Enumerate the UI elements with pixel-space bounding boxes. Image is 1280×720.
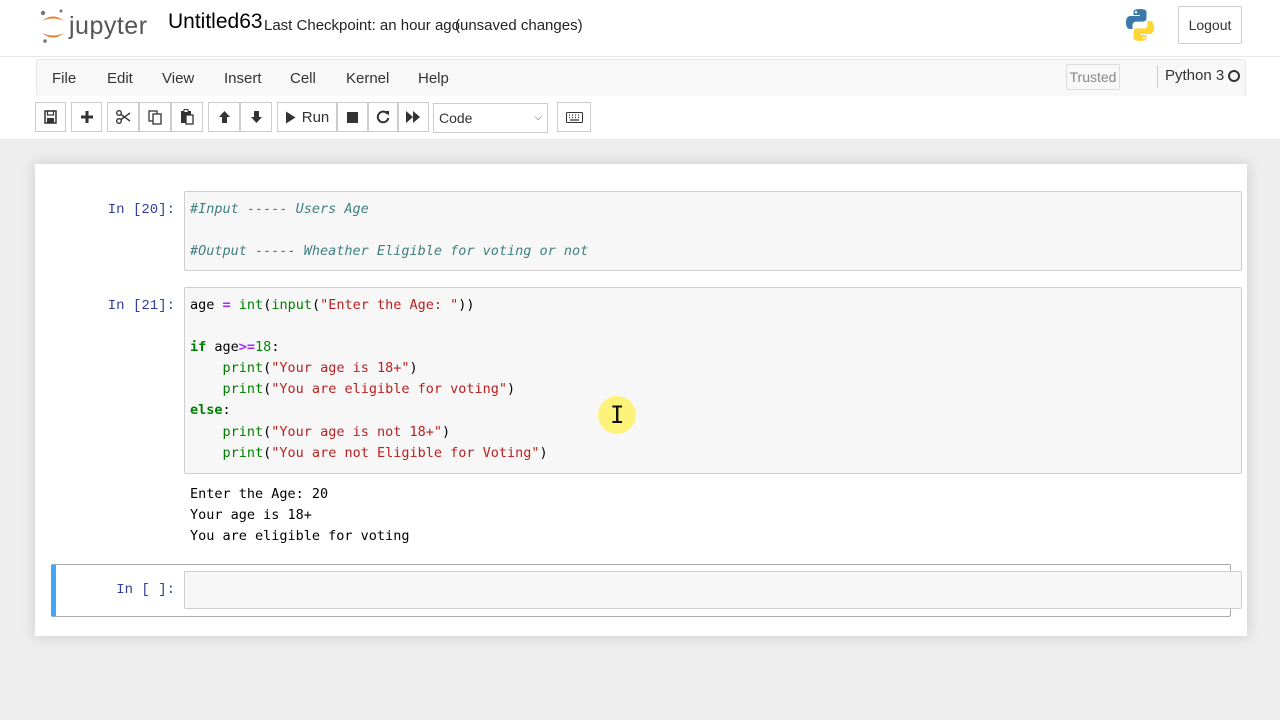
menu-edit[interactable]: Edit (107, 70, 133, 87)
copy-icon (148, 109, 162, 125)
code-line: print("Your age is not 18+") (222, 423, 451, 440)
restart-run-all-button[interactable] (398, 102, 429, 132)
save-button[interactable] (35, 102, 66, 132)
chevron-down-icon: ⌵ (534, 112, 542, 123)
trusted-indicator[interactable]: Trusted (1066, 64, 1120, 90)
notebook-container: In [20]: #Input ----- Users Age #Output … (35, 164, 1247, 636)
menu-help[interactable]: Help (418, 70, 449, 87)
menu-view[interactable]: View (162, 70, 194, 87)
interrupt-button[interactable] (337, 102, 368, 132)
kernel-idle-icon (1228, 70, 1240, 82)
cell-type-value: Code (439, 110, 473, 126)
move-up-button[interactable] (208, 102, 240, 132)
menu-insert[interactable]: Insert (224, 70, 262, 87)
header: jupyter Untitled63 Last Checkpoint: an h… (0, 0, 1280, 56)
menu-cell[interactable]: Cell (290, 70, 316, 87)
text-cursor-icon: I (610, 401, 625, 429)
code-line: #Input ----- Users Age (190, 201, 369, 217)
command-palette-button[interactable] (557, 102, 591, 132)
code-line: if age>=18: (190, 339, 280, 356)
code-editor[interactable]: #Input ----- Users Age #Output ----- Whe… (184, 191, 1242, 271)
logo-text: jupyter (69, 11, 148, 40)
paste-button[interactable] (171, 102, 203, 132)
cell-type-select[interactable]: Code ⌵ (433, 103, 548, 133)
notebook-title[interactable]: Untitled63 (168, 10, 263, 34)
code-editor[interactable] (184, 571, 1242, 609)
code-line: age = int(input("Enter the Age: ")) (190, 297, 475, 313)
output-line: You are eligible for voting (190, 528, 410, 545)
stop-icon (347, 111, 358, 123)
code-cell-empty[interactable]: In [ ]: (53, 571, 1242, 611)
python-logo-icon (1126, 9, 1154, 41)
plus-icon (80, 111, 93, 123)
input-prompt: In [20]: (107, 202, 175, 218)
code-editor[interactable]: age = int(input("Enter the Age: ")) if a… (184, 287, 1242, 474)
keyboard-icon (565, 111, 583, 123)
code-content: #Input ----- Users Age #Output ----- Whe… (185, 192, 1241, 262)
save-icon (44, 110, 57, 124)
menu-file[interactable]: File (52, 70, 76, 87)
restart-icon (376, 110, 390, 124)
output-line: Enter the Age: 20 (190, 486, 329, 502)
restart-button[interactable] (368, 102, 398, 132)
input-prompt: In [ ]: (116, 582, 175, 598)
cut-icon (115, 110, 130, 124)
logout-button[interactable]: Logout (1178, 6, 1242, 44)
toolbar: Run Code ⌵ (0, 96, 1280, 140)
code-content: age = int(input("Enter the Age: ")) if a… (185, 288, 1241, 464)
arrow-down-icon (250, 111, 262, 123)
run-label: Run (301, 108, 330, 126)
fast-forward-icon (406, 111, 420, 123)
copy-button[interactable] (139, 102, 171, 132)
code-line: else: (190, 402, 231, 419)
output-line: Your age is 18+ (190, 507, 312, 524)
insert-cell-button[interactable] (71, 102, 102, 132)
autosave-status: (unsaved changes) (455, 17, 583, 34)
menu-kernel[interactable]: Kernel (346, 70, 389, 87)
input-prompt: In [21]: (107, 298, 175, 314)
run-button[interactable]: Run (277, 102, 337, 132)
code-line: print("You are not Eligible for Voting") (222, 444, 548, 461)
checkpoint-status: Last Checkpoint: an hour ago (264, 17, 460, 34)
jupyter-logo-icon (40, 9, 64, 43)
paste-icon (181, 109, 194, 125)
cut-button[interactable] (107, 102, 139, 132)
arrow-up-icon (218, 111, 230, 123)
jupyter-logo[interactable]: jupyter (40, 6, 156, 46)
code-line: #Output ----- Wheather Eligible for voti… (190, 243, 589, 260)
kernel-divider (1157, 66, 1158, 88)
kernel-name[interactable]: Python 3 (1165, 67, 1224, 84)
code-cell[interactable]: In [20]: #Input ----- Users Age #Output … (53, 191, 1242, 273)
code-line: print("Your age is 18+") (222, 360, 418, 377)
menubar-container: File Edit View Insert Cell Kernel Help (36, 59, 1246, 97)
code-line: print("You are eligible for voting") (222, 381, 516, 398)
menubar: File Edit View Insert Cell Kernel Help T… (0, 56, 1280, 97)
move-down-button[interactable] (240, 102, 272, 132)
run-icon (285, 111, 296, 123)
code-cell[interactable]: In [21]: age = int(input("Enter the Age:… (53, 287, 1242, 549)
cell-output: Enter the Age: 20 Your age is 18+ You ar… (190, 484, 409, 548)
